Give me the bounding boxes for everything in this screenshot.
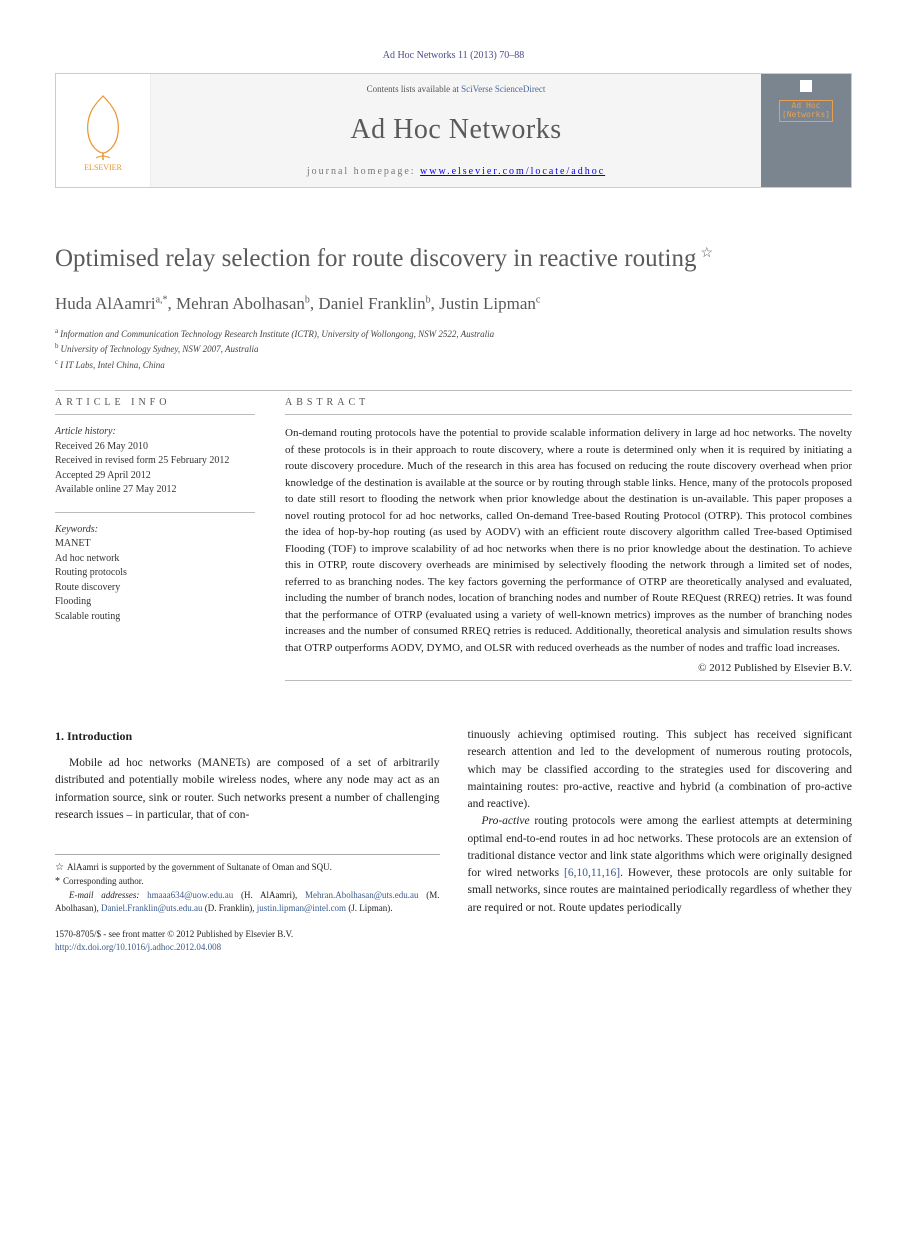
keyword-item: Routing protocols bbox=[55, 566, 255, 581]
journal-cover-thumb: Ad Hoc [Networks] bbox=[761, 74, 851, 187]
abstract-copyright: © 2012 Published by Elsevier B.V. bbox=[285, 662, 852, 674]
affiliation-c-text: I IT Labs, Intel China, China bbox=[60, 360, 165, 370]
section-1-heading: 1. Introduction bbox=[55, 727, 440, 745]
affiliation-a-mark: a bbox=[55, 327, 58, 335]
keyword-item: Flooding bbox=[55, 595, 255, 610]
homepage-label: journal homepage: bbox=[307, 166, 420, 177]
email-link-2[interactable]: Mehran.Abolhasan@uts.edu.au bbox=[305, 890, 419, 900]
affiliation-a: aInformation and Communication Technolog… bbox=[55, 326, 852, 342]
affiliation-c-mark: c bbox=[55, 358, 58, 366]
keyword-item: Route discovery bbox=[55, 581, 255, 596]
divider bbox=[285, 680, 852, 681]
intro-paragraph-1-cont: tinuously achieving optimised routing. T… bbox=[468, 727, 853, 813]
author-3: Daniel Franklinb bbox=[318, 294, 430, 313]
keywords-label: Keywords: bbox=[55, 523, 255, 538]
funding-text: AlAamri is supported by the government o… bbox=[67, 862, 332, 872]
article-history: Article history: Received 26 May 2010 Re… bbox=[55, 425, 255, 498]
email-who-1: (H. AlAamri) bbox=[241, 890, 295, 900]
journal-title: Ad Hoc Networks bbox=[151, 114, 761, 146]
title-footnote-star-icon: ☆ bbox=[700, 246, 713, 261]
abstract-text: On-demand routing protocols have the pot… bbox=[285, 425, 852, 656]
front-matter-line: 1570-8705/$ - see front matter © 2012 Pu… bbox=[55, 928, 440, 941]
divider bbox=[55, 414, 255, 415]
star-icon: ☆ bbox=[55, 862, 64, 873]
email-footnote: E-mail addresses: hmaaa634@uow.edu.au (H… bbox=[55, 889, 440, 914]
email-label: E-mail addresses: bbox=[69, 890, 139, 900]
journal-banner: ELSEVIER Contents lists available at Sci… bbox=[55, 73, 852, 188]
affiliation-a-text: Information and Communication Technology… bbox=[60, 329, 494, 339]
author-1: Huda AlAamria,* bbox=[55, 294, 168, 313]
journal-homepage-line: journal homepage: www.elsevier.com/locat… bbox=[151, 166, 761, 177]
history-accepted: Accepted 29 April 2012 bbox=[55, 469, 255, 484]
corresponding-footnote: *Corresponding author. bbox=[55, 875, 440, 889]
history-label: Article history: bbox=[55, 425, 255, 440]
keyword-item: Scalable routing bbox=[55, 610, 255, 625]
author-3-name: Daniel Franklin bbox=[318, 294, 425, 313]
author-2-name: Mehran Abolhasan bbox=[176, 294, 305, 313]
abstract-heading: ABSTRACT bbox=[285, 397, 852, 408]
divider bbox=[55, 512, 255, 513]
sciencedirect-link[interactable]: SciVerse ScienceDirect bbox=[461, 84, 545, 94]
affiliation-b-mark: b bbox=[55, 342, 59, 350]
proactive-emph: Pro-active bbox=[482, 815, 530, 827]
email-who-4: (J. Lipman) bbox=[348, 903, 390, 913]
author-1-marks: a,* bbox=[156, 294, 168, 305]
citation-link[interactable]: [6,10,11,16] bbox=[564, 867, 620, 879]
affiliation-b: bUniversity of Technology Sydney, NSW 20… bbox=[55, 341, 852, 357]
email-link-4[interactable]: justin.lipman@intel.com bbox=[257, 903, 346, 913]
contents-list-line: Contents lists available at SciVerse Sci… bbox=[151, 84, 761, 94]
body-column-right: tinuously achieving optimised routing. T… bbox=[468, 727, 853, 953]
affiliation-b-text: University of Technology Sydney, NSW 200… bbox=[61, 344, 259, 354]
footnotes: ☆AlAamri is supported by the government … bbox=[55, 854, 440, 914]
history-received: Received 26 May 2010 bbox=[55, 440, 255, 455]
paper-title: Optimised relay selection for route disc… bbox=[55, 243, 852, 276]
banner-center: Contents lists available at SciVerse Sci… bbox=[151, 74, 761, 187]
divider bbox=[285, 414, 852, 415]
cover-title-label: Ad Hoc [Networks] bbox=[779, 100, 833, 122]
author-4: Justin Lipmanc bbox=[439, 294, 540, 313]
author-4-marks: c bbox=[536, 294, 540, 305]
doi-link[interactable]: http://dx.doi.org/10.1016/j.adhoc.2012.0… bbox=[55, 942, 221, 952]
affiliations: aInformation and Communication Technolog… bbox=[55, 326, 852, 373]
email-link-1[interactable]: hmaaa634@uow.edu.au bbox=[147, 890, 233, 900]
front-matter: 1570-8705/$ - see front matter © 2012 Pu… bbox=[55, 928, 440, 953]
corresponding-text: Corresponding author. bbox=[63, 876, 144, 886]
author-4-name: Justin Lipman bbox=[439, 294, 536, 313]
author-2-marks: b bbox=[305, 294, 310, 305]
asterisk-icon: * bbox=[55, 876, 60, 887]
funding-footnote: ☆AlAamri is supported by the government … bbox=[55, 861, 440, 875]
cover-publisher-mark bbox=[800, 80, 812, 92]
author-3-marks: b bbox=[426, 294, 431, 305]
author-list: Huda AlAamria,*, Mehran Abolhasanb, Dani… bbox=[55, 294, 852, 314]
history-revised: Received in revised form 25 February 201… bbox=[55, 454, 255, 469]
intro-paragraph-1: Mobile ad hoc networks (MANETs) are comp… bbox=[55, 755, 440, 824]
author-2: Mehran Abolhasanb bbox=[176, 294, 310, 313]
svg-text:ELSEVIER: ELSEVIER bbox=[84, 163, 122, 172]
paper-title-text: Optimised relay selection for route disc… bbox=[55, 245, 696, 272]
keyword-item: Ad hoc network bbox=[55, 552, 255, 567]
divider bbox=[55, 390, 852, 391]
email-who-3: (D. Franklin) bbox=[205, 903, 253, 913]
body-column-left: 1. Introduction Mobile ad hoc networks (… bbox=[55, 727, 440, 953]
history-online: Available online 27 May 2012 bbox=[55, 483, 255, 498]
keyword-item: MANET bbox=[55, 537, 255, 552]
affiliation-c: cI IT Labs, Intel China, China bbox=[55, 357, 852, 373]
author-1-name: Huda AlAamri bbox=[55, 294, 156, 313]
journal-homepage-link[interactable]: www.elsevier.com/locate/adhoc bbox=[420, 166, 605, 177]
intro-paragraph-2: Pro-active routing protocols were among … bbox=[468, 813, 853, 917]
article-info-heading: ARTICLE INFO bbox=[55, 397, 255, 408]
elsevier-tree-logo: ELSEVIER bbox=[68, 88, 138, 173]
keywords-block: Keywords: MANET Ad hoc network Routing p… bbox=[55, 523, 255, 625]
header-citation: Ad Hoc Networks 11 (2013) 70–88 bbox=[55, 50, 852, 61]
publisher-logo-box: ELSEVIER bbox=[56, 74, 151, 187]
contents-prefix: Contents lists available at bbox=[367, 84, 461, 94]
email-link-3[interactable]: Daniel.Franklin@uts.edu.au bbox=[101, 903, 203, 913]
